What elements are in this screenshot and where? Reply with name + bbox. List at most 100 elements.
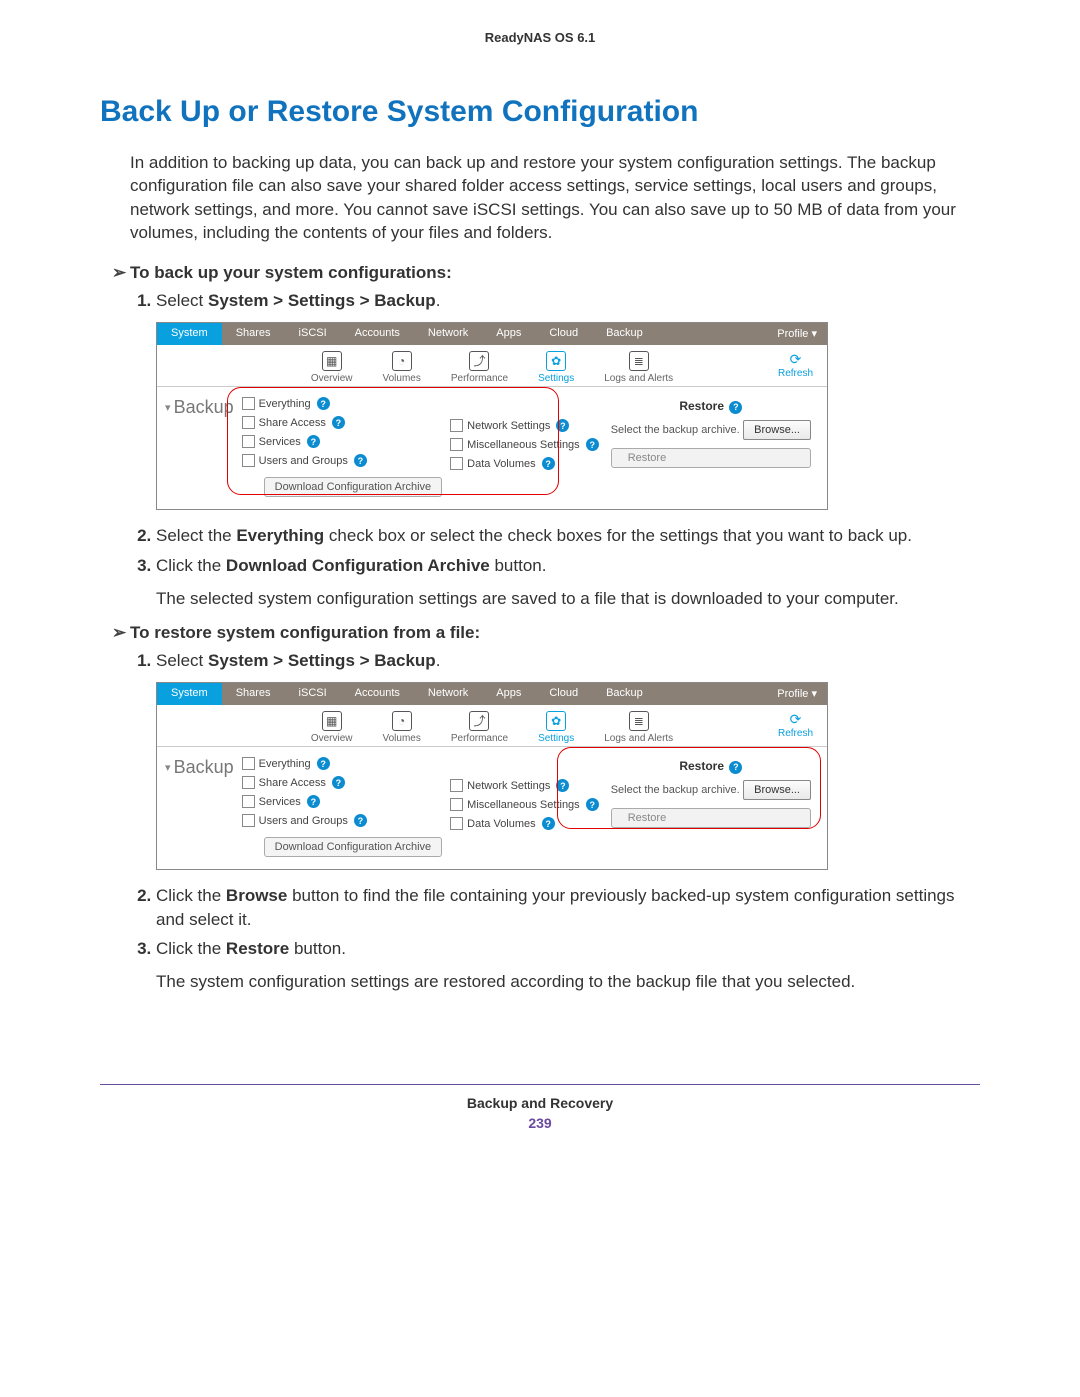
tool-settings[interactable]: ✿Settings [538, 351, 574, 384]
check-services[interactable]: Services? [242, 435, 443, 448]
label: Data Volumes [467, 458, 535, 470]
label: Data Volumes [467, 818, 535, 830]
tool-performance[interactable]: ⤴Performance [451, 711, 508, 744]
restore-button[interactable]: Restore [611, 808, 811, 828]
settings-icon: ✿ [546, 711, 566, 731]
text: . [436, 651, 441, 670]
checkbox-icon [450, 779, 463, 792]
volumes-icon: ◔ [392, 351, 412, 371]
checkbox-icon [450, 798, 463, 811]
backup-step-3: Click the Download Configuration Archive… [156, 554, 980, 577]
tab-backup[interactable]: Backup [592, 683, 657, 705]
help-icon[interactable]: ? [586, 438, 599, 451]
tab-cloud[interactable]: Cloud [535, 323, 592, 345]
tool-overview[interactable]: ▦Overview [311, 711, 353, 744]
label: Performance [451, 373, 508, 384]
help-icon[interactable]: ? [556, 419, 569, 432]
tab-system[interactable]: System [157, 323, 222, 345]
tool-refresh[interactable]: ⟳Refresh [778, 351, 813, 379]
tab-system[interactable]: System [157, 683, 222, 705]
check-misc[interactable]: Miscellaneous Settings? [450, 438, 599, 451]
tab-accounts[interactable]: Accounts [341, 683, 414, 705]
text: . [436, 291, 441, 310]
proc-heading-backup: To back up your system configurations: [130, 263, 980, 283]
restore-title: Restore ? [611, 759, 811, 774]
tab-cloud[interactable]: Cloud [535, 683, 592, 705]
tab-iscsi[interactable]: iSCSI [285, 683, 341, 705]
help-icon[interactable]: ? [307, 435, 320, 448]
tab-apps[interactable]: Apps [482, 323, 535, 345]
help-icon[interactable]: ? [354, 454, 367, 467]
help-icon[interactable]: ? [307, 795, 320, 808]
checkbox-icon [242, 397, 255, 410]
check-network[interactable]: Network Settings? [450, 779, 599, 792]
tab-apps[interactable]: Apps [482, 683, 535, 705]
restore-button[interactable]: Restore [611, 448, 811, 468]
download-config-button[interactable]: Download Configuration Archive [264, 837, 443, 857]
check-data-volumes[interactable]: Data Volumes? [450, 457, 599, 470]
help-icon[interactable]: ? [317, 397, 330, 410]
check-network[interactable]: Network Settings? [450, 419, 599, 432]
tool-settings[interactable]: ✿Settings [538, 711, 574, 744]
help-icon[interactable]: ? [556, 779, 569, 792]
help-icon[interactable]: ? [729, 761, 742, 774]
check-everything[interactable]: Everything? [242, 397, 443, 410]
section-label[interactable]: Backup [165, 757, 234, 857]
check-users-groups[interactable]: Users and Groups? [242, 454, 443, 467]
help-icon[interactable]: ? [317, 757, 330, 770]
browse-button[interactable]: Browse... [743, 420, 811, 440]
doc-header: ReadyNAS OS 6.1 [100, 30, 980, 45]
restore-step-3: Click the Restore button. [156, 937, 980, 960]
strong: System > Settings > Backup [208, 291, 436, 310]
help-icon[interactable]: ? [586, 798, 599, 811]
text: Select [156, 291, 208, 310]
label: Overview [311, 373, 353, 384]
restore-prompt: Select the backup archive. [611, 424, 740, 436]
label: Refresh [778, 728, 813, 739]
strong: Browse [226, 886, 287, 905]
tab-shares[interactable]: Shares [222, 323, 285, 345]
checkbox-icon [242, 757, 255, 770]
tool-volumes[interactable]: ◔Volumes [383, 711, 421, 744]
download-config-button[interactable]: Download Configuration Archive [264, 477, 443, 497]
help-icon[interactable]: ? [542, 817, 555, 830]
browse-button[interactable]: Browse... [743, 780, 811, 800]
strong: Restore [226, 939, 289, 958]
check-data-volumes[interactable]: Data Volumes? [450, 817, 599, 830]
text: button. [289, 939, 346, 958]
screenshot-backup: System Shares iSCSI Accounts Network App… [156, 322, 828, 510]
label: Miscellaneous Settings [467, 799, 580, 811]
tool-logs[interactable]: ≣Logs and Alerts [604, 351, 673, 384]
tab-profile[interactable]: Profile ▾ [763, 323, 827, 345]
tab-backup[interactable]: Backup [592, 323, 657, 345]
tool-performance[interactable]: ⤴Performance [451, 351, 508, 384]
restore-title: Restore ? [611, 399, 811, 414]
checkbox-icon [242, 776, 255, 789]
help-icon[interactable]: ? [354, 814, 367, 827]
help-icon[interactable]: ? [542, 457, 555, 470]
tab-iscsi[interactable]: iSCSI [285, 323, 341, 345]
help-icon[interactable]: ? [729, 401, 742, 414]
tab-network[interactable]: Network [414, 323, 482, 345]
label: Settings [538, 373, 574, 384]
tab-profile[interactable]: Profile ▾ [763, 683, 827, 705]
tab-network[interactable]: Network [414, 683, 482, 705]
check-services[interactable]: Services? [242, 795, 443, 808]
label: Restore [679, 759, 724, 773]
check-everything[interactable]: Everything? [242, 757, 443, 770]
tab-accounts[interactable]: Accounts [341, 323, 414, 345]
tool-overview[interactable]: ▦Overview [311, 351, 353, 384]
nav-bar: System Shares iSCSI Accounts Network App… [157, 683, 827, 705]
tool-volumes[interactable]: ◔Volumes [383, 351, 421, 384]
tool-logs[interactable]: ≣Logs and Alerts [604, 711, 673, 744]
check-users-groups[interactable]: Users and Groups? [242, 814, 443, 827]
check-share-access[interactable]: Share Access? [242, 776, 443, 789]
check-misc[interactable]: Miscellaneous Settings? [450, 798, 599, 811]
tab-shares[interactable]: Shares [222, 683, 285, 705]
help-icon[interactable]: ? [332, 776, 345, 789]
label: Everything [259, 398, 311, 410]
section-label[interactable]: Backup [165, 397, 234, 497]
help-icon[interactable]: ? [332, 416, 345, 429]
check-share-access[interactable]: Share Access? [242, 416, 443, 429]
tool-refresh[interactable]: ⟳Refresh [778, 711, 813, 739]
